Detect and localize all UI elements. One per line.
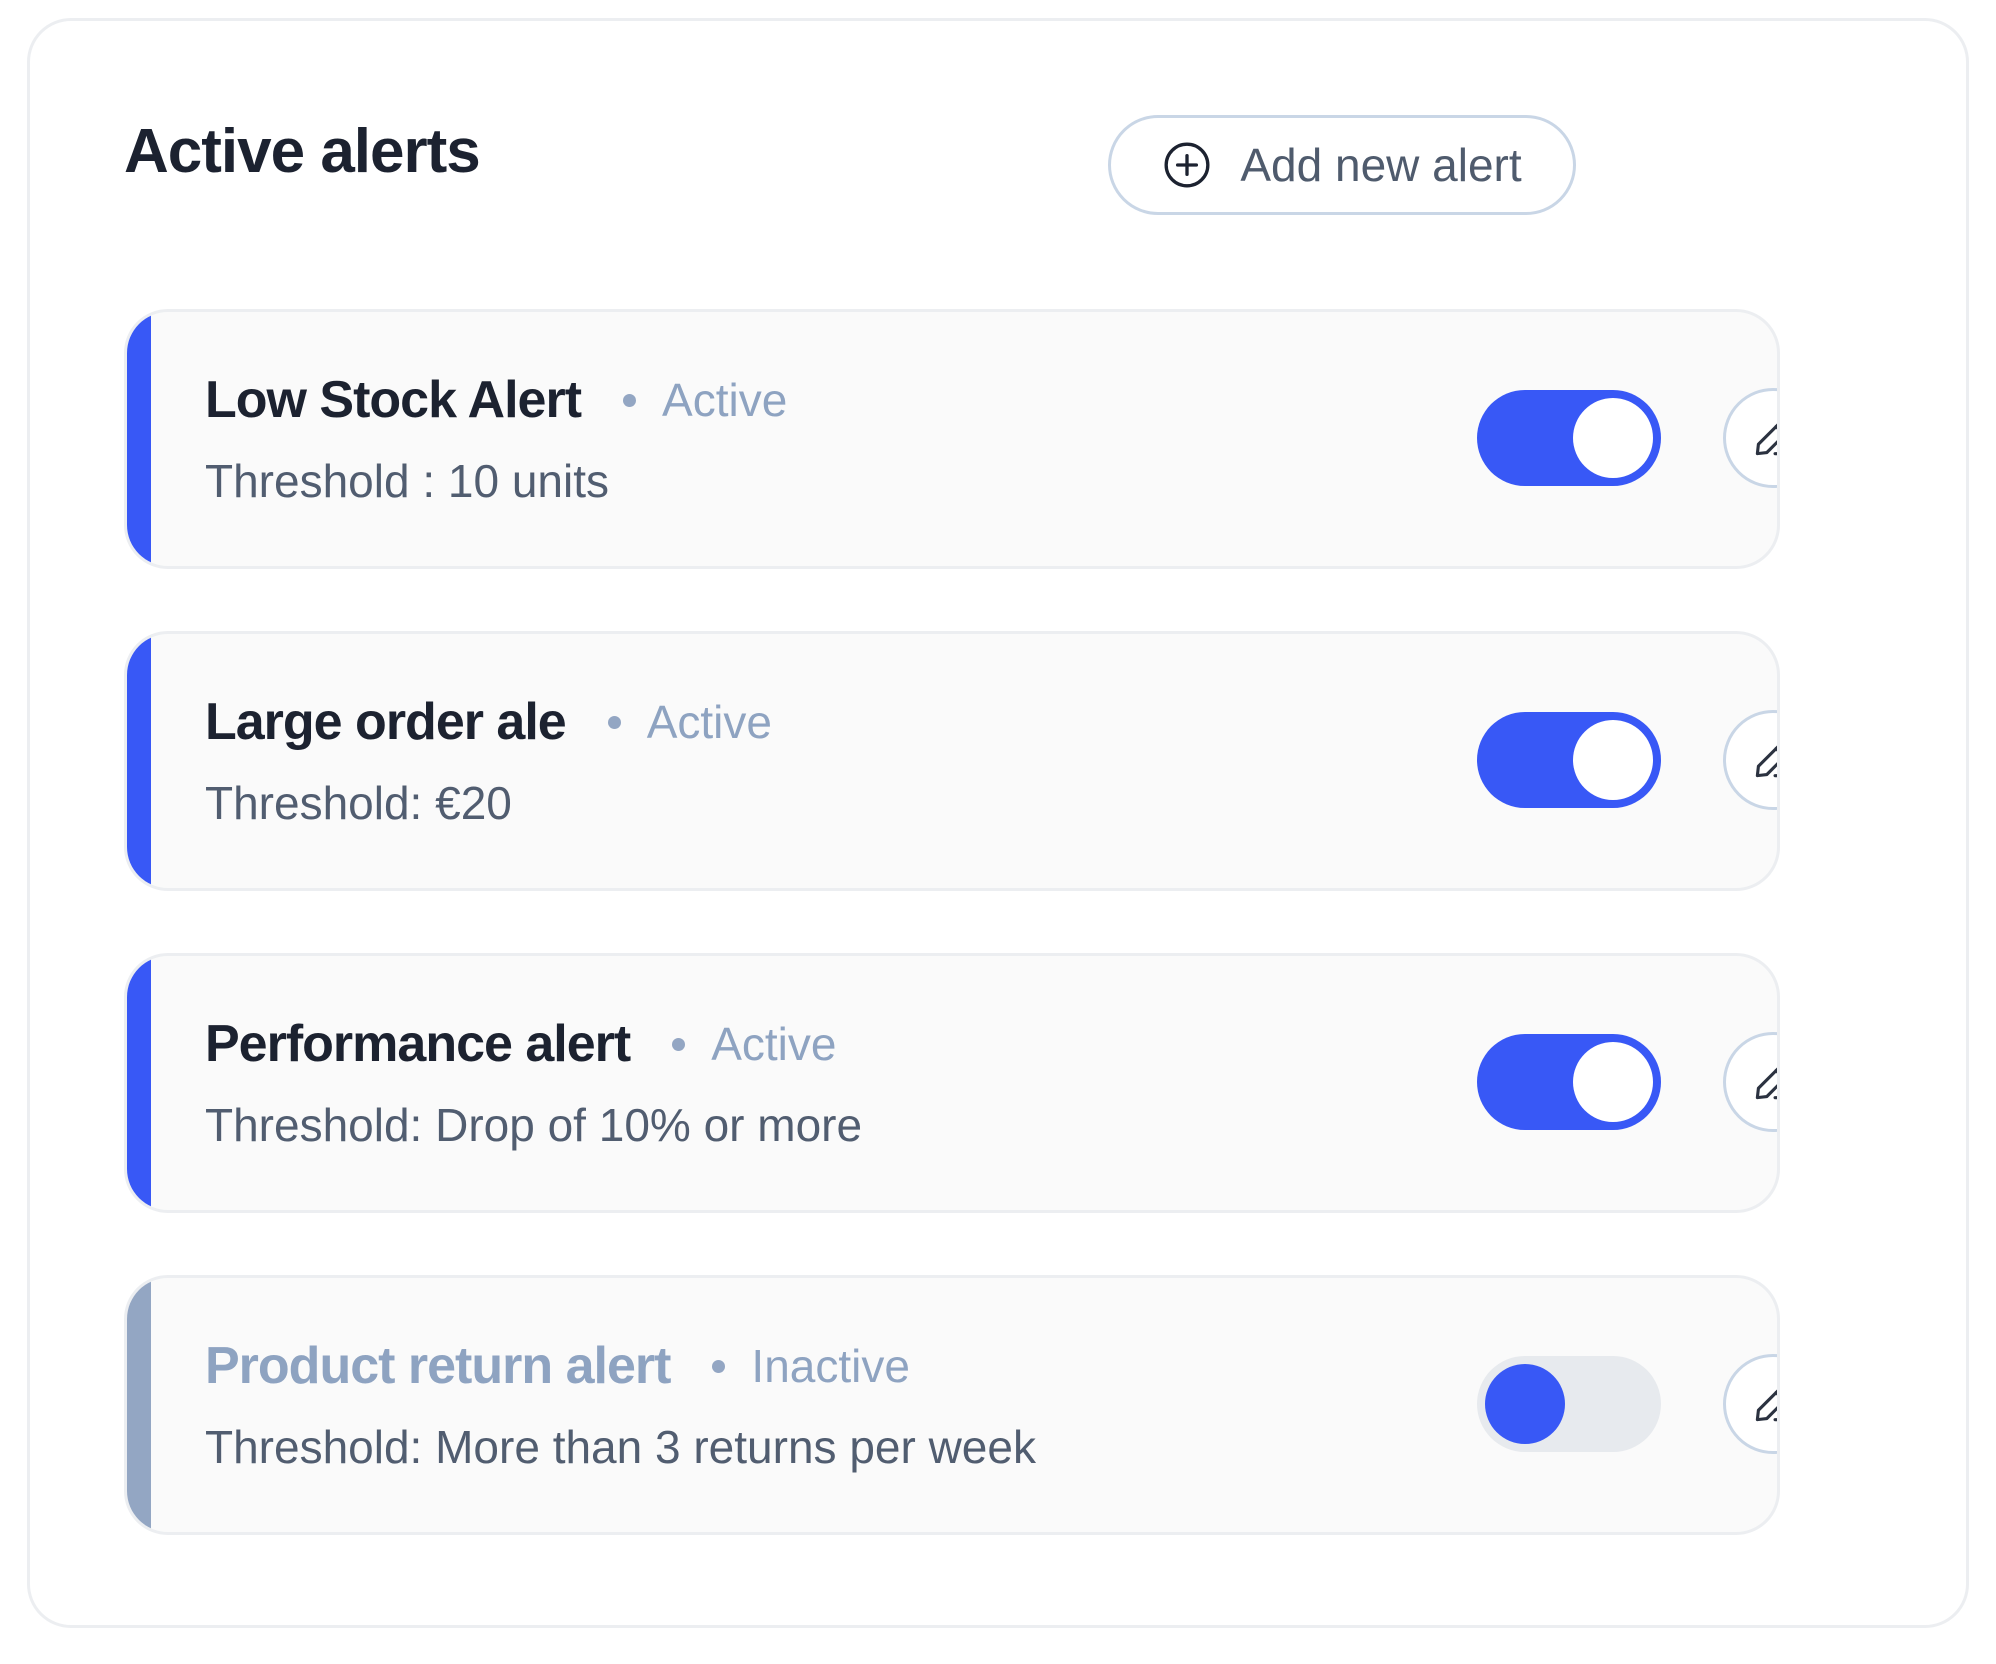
- alert-accent-bar: [127, 1278, 151, 1532]
- alert-name: Low Stock Alert: [205, 371, 582, 429]
- alert-toggle[interactable]: [1477, 1356, 1661, 1452]
- status-dot: [672, 1037, 686, 1051]
- alert-accent-bar: [127, 312, 151, 566]
- alert-toggle[interactable]: [1477, 390, 1661, 486]
- pencil-icon: [1755, 1389, 1777, 1422]
- alert-card: Product return alert Inactive Threshold:…: [124, 1275, 1780, 1535]
- add-new-alert-button[interactable]: Add new alert: [1108, 115, 1576, 215]
- edit-alert-button[interactable]: [1723, 1354, 1777, 1454]
- status-dot: [712, 1359, 726, 1373]
- alert-header: Large order ale Active: [205, 696, 772, 748]
- add-new-alert-label: Add new alert: [1240, 139, 1522, 191]
- page-title: Active alerts: [124, 117, 481, 186]
- alert-list: Low Stock Alert Active Threshold : 10 un…: [124, 309, 1780, 1597]
- alert-name: Large order ale: [205, 693, 567, 751]
- alert-accent-bar: [127, 956, 151, 1210]
- alert-name: Performance alert: [205, 1015, 631, 1073]
- toggle-knob: [1573, 720, 1653, 800]
- toggle-knob: [1573, 398, 1653, 478]
- alert-status: Inactive: [751, 1340, 910, 1392]
- alert-threshold: Threshold: More than 3 returns per week: [205, 1421, 1036, 1473]
- alert-accent-bar: [127, 634, 151, 888]
- alert-card: Low Stock Alert Active Threshold : 10 un…: [124, 309, 1780, 569]
- alert-status: Active: [711, 1018, 837, 1070]
- status-dot: [623, 393, 637, 407]
- status-dot: [607, 715, 621, 729]
- edit-alert-button[interactable]: [1723, 1032, 1777, 1132]
- alert-status: Active: [662, 374, 788, 426]
- alert-threshold: Threshold : 10 units: [205, 455, 610, 507]
- alert-name: Product return alert: [205, 1337, 671, 1395]
- alert-header: Low Stock Alert Active: [205, 374, 787, 426]
- alert-threshold: Threshold: Drop of 10% or more: [205, 1099, 863, 1151]
- alert-card: Large order ale Active Threshold: €20: [124, 631, 1780, 891]
- alert-status: Active: [646, 696, 772, 748]
- alert-toggle[interactable]: [1477, 1034, 1661, 1130]
- edit-alert-button[interactable]: [1723, 388, 1777, 488]
- alert-header: Product return alert Inactive: [205, 1340, 910, 1392]
- alert-threshold: Threshold: €20: [205, 777, 512, 829]
- edit-alert-button[interactable]: [1723, 710, 1777, 810]
- alert-header: Performance alert Active: [205, 1018, 836, 1070]
- alerts-panel: Active alerts Add new alert Low Stock Al…: [27, 18, 1969, 1628]
- pencil-icon: [1755, 423, 1777, 456]
- toggle-knob: [1573, 1042, 1653, 1122]
- alert-card: Performance alert Active Threshold: Drop…: [124, 953, 1780, 1213]
- toggle-knob: [1485, 1364, 1565, 1444]
- plus-circle-icon: [1164, 142, 1210, 188]
- alert-toggle[interactable]: [1477, 712, 1661, 808]
- pencil-icon: [1755, 1067, 1777, 1100]
- pencil-icon: [1755, 745, 1777, 778]
